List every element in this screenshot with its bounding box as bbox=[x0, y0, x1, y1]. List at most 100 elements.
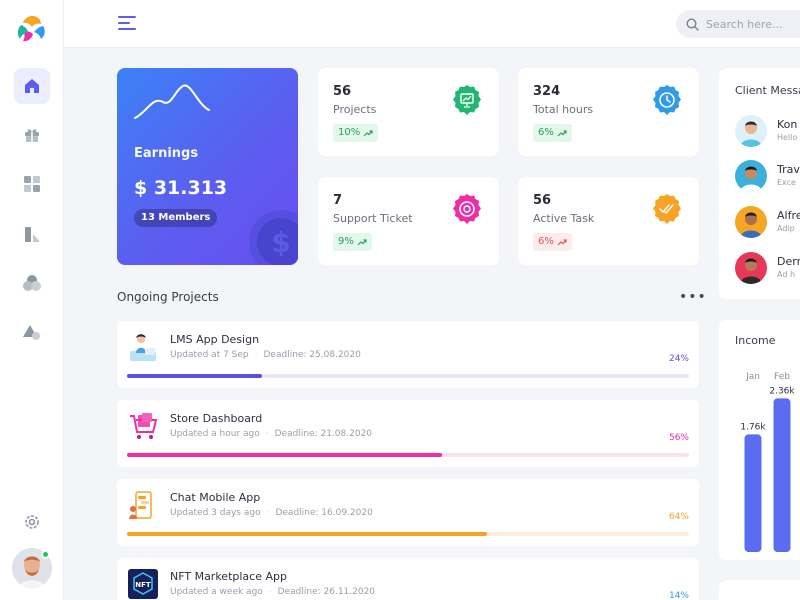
nav-dashboard[interactable] bbox=[14, 166, 50, 202]
client-messages-card: Client Messages Kon Hello Trav Exce Alfr… bbox=[719, 68, 800, 299]
nav-settings[interactable] bbox=[14, 504, 50, 540]
project-name: Store Dashboard bbox=[170, 412, 263, 425]
stat-change-value: 9% bbox=[338, 236, 354, 247]
client-avatar bbox=[735, 252, 767, 284]
project-meta: Updated a hour ago · Deadline: 21.08.2020 bbox=[170, 429, 373, 439]
menu-icon[interactable] bbox=[118, 14, 136, 32]
project-deadline: Deadline: 25.08.2020 bbox=[263, 350, 361, 360]
stat-value: 56 bbox=[533, 193, 552, 208]
svg-text:$: $ bbox=[271, 226, 290, 259]
shopping-cart-illustration-icon bbox=[130, 413, 158, 439]
project-progress-track bbox=[127, 374, 689, 378]
earnings-label: Earnings bbox=[134, 146, 199, 161]
lms-illustration-icon bbox=[130, 334, 156, 361]
more-options-icon[interactable]: ••• bbox=[679, 290, 707, 304]
client-name: Derr bbox=[777, 255, 800, 268]
sidebar bbox=[0, 0, 64, 600]
client-photo-icon bbox=[735, 115, 767, 147]
search-box[interactable] bbox=[676, 10, 800, 38]
stat-value: 7 bbox=[333, 193, 343, 208]
nav-users[interactable] bbox=[14, 265, 50, 301]
support-ticket-icon bbox=[453, 194, 481, 224]
income-month-label: Feb bbox=[774, 372, 790, 382]
stat-label: Support Ticket bbox=[333, 212, 413, 225]
earnings-wave-icon bbox=[134, 84, 210, 119]
project-card[interactable]: Chat Mobile App Updated 3 days ago · Deadl… bbox=[117, 479, 699, 546]
client-messages-title: Client Messages bbox=[735, 84, 800, 97]
stat-label: Active Task bbox=[533, 212, 595, 225]
double-check-icon bbox=[653, 194, 681, 224]
nav-home[interactable] bbox=[14, 68, 50, 104]
project-updated: Updated a week ago bbox=[170, 587, 263, 597]
project-progress-percent: 64% bbox=[668, 512, 689, 522]
client-photo-icon bbox=[735, 252, 767, 284]
project-meta: Updated a week ago · Deadline: 26.11.2020 bbox=[170, 587, 376, 597]
grid-icon bbox=[24, 176, 40, 192]
nav-gift[interactable] bbox=[14, 117, 50, 153]
client-item[interactable]: Trav Exce bbox=[735, 160, 800, 194]
members-badge: 13 Members bbox=[134, 209, 218, 227]
stat-value: 324 bbox=[533, 84, 561, 99]
client-item[interactable]: Derr Ad h bbox=[735, 252, 800, 286]
project-progress-fill bbox=[127, 532, 487, 536]
project-card[interactable]: Store Dashboard Updated a hour ago · Deadl… bbox=[117, 400, 699, 467]
nft-illustration-icon: NFT bbox=[128, 569, 158, 599]
online-status-dot bbox=[41, 550, 50, 559]
client-avatar bbox=[735, 206, 767, 238]
project-name: NFT Marketplace App bbox=[170, 570, 287, 583]
client-item[interactable]: Alfre Adip bbox=[735, 206, 800, 240]
stat-card-hours: 324 Total hours 6% bbox=[518, 68, 699, 156]
dollar-coin-icon: $ bbox=[249, 210, 298, 265]
project-card[interactable]: LMS App Design Updated at 7 Sep · Deadline… bbox=[117, 321, 699, 388]
logo-icon[interactable] bbox=[15, 12, 49, 46]
income-card: Income Jan Feb 1.76k 2.36k bbox=[719, 320, 800, 560]
income-bar[interactable] bbox=[744, 434, 762, 552]
project-card[interactable]: NFT NFT Marketplace App Updated a week a… bbox=[117, 558, 699, 600]
client-avatar bbox=[735, 115, 767, 147]
stat-label: Total hours bbox=[533, 103, 594, 116]
nav-reports[interactable] bbox=[14, 216, 50, 252]
earnings-card: Earnings $ 31.313 13 Members $ bbox=[117, 68, 298, 265]
topbar bbox=[64, 0, 800, 48]
project-deadline: Deadline: 21.08.2020 bbox=[274, 429, 373, 439]
income-bar-label: 2.36k bbox=[769, 386, 795, 396]
search-icon bbox=[686, 17, 699, 31]
trend-up-icon bbox=[557, 239, 567, 246]
project-updated: Updated 3 days ago bbox=[170, 508, 261, 518]
trend-up-icon bbox=[557, 130, 567, 137]
clock-icon bbox=[653, 85, 681, 115]
project-deadline: Deadline: 16.09.2020 bbox=[275, 508, 373, 518]
gear-icon bbox=[25, 515, 39, 529]
project-meta: Updated 3 days ago · Deadline: 16.09.2020 bbox=[170, 508, 373, 518]
ongoing-projects-title: Ongoing Projects bbox=[117, 290, 219, 304]
stat-change-badge: 6% bbox=[533, 233, 572, 251]
home-icon bbox=[25, 79, 39, 93]
income-bar-chart: Jan Feb 1.76k 2.36k bbox=[740, 372, 795, 552]
stat-card-tasks: 56 Active Task 6% bbox=[518, 177, 699, 265]
search-input[interactable] bbox=[706, 17, 800, 31]
stat-card-projects: 56 Projects 10% bbox=[318, 68, 499, 156]
client-message: Ad h bbox=[777, 270, 796, 279]
project-progress-fill bbox=[127, 374, 262, 378]
stat-change-value: 6% bbox=[538, 127, 554, 138]
trend-up-icon bbox=[357, 239, 367, 246]
income-bar[interactable] bbox=[773, 398, 791, 552]
earnings-amount: $ 31.313 bbox=[134, 177, 228, 199]
project-progress-track bbox=[127, 453, 689, 457]
stat-label: Projects bbox=[333, 103, 377, 116]
project-updated: Updated a hour ago bbox=[170, 429, 260, 439]
stat-change-value: 10% bbox=[338, 127, 361, 138]
project-meta: Updated at 7 Sep · Deadline: 25.08.2020 bbox=[170, 350, 361, 360]
client-item[interactable]: Kon Hello bbox=[735, 115, 800, 149]
triangle-icon bbox=[23, 325, 40, 340]
presentation-chart-icon bbox=[453, 85, 481, 115]
client-avatar bbox=[735, 160, 767, 192]
project-progress-percent: 14% bbox=[668, 591, 689, 600]
income-bar-label: 1.76k bbox=[740, 422, 766, 432]
client-message: Exce bbox=[777, 178, 796, 187]
svg-text:NFT: NFT bbox=[135, 581, 151, 589]
nav-shapes[interactable] bbox=[14, 314, 50, 350]
client-photo-icon bbox=[735, 206, 767, 238]
income-month-label: Jan bbox=[745, 372, 760, 382]
stat-change-badge: 9% bbox=[333, 233, 372, 251]
